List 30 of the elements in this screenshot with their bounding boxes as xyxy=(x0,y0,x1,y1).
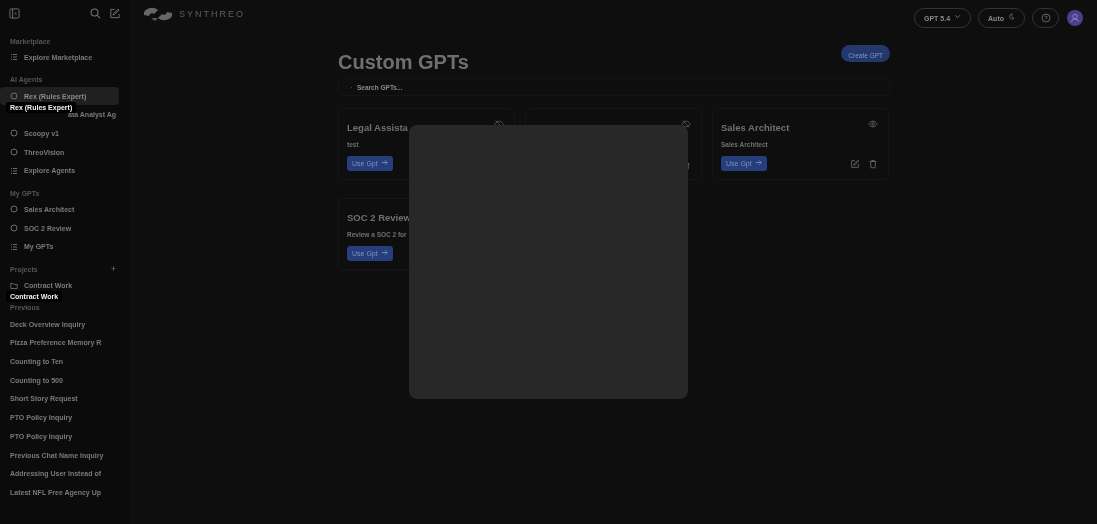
eye-off-icon[interactable] xyxy=(681,118,691,129)
card-title: Sales Architect xyxy=(721,121,790,133)
circle-icon xyxy=(10,205,18,214)
folder-icon xyxy=(10,281,18,290)
circle-icon xyxy=(10,92,18,101)
help-icon xyxy=(1040,13,1051,23)
edit-icon[interactable] xyxy=(850,158,860,169)
logo-icon xyxy=(142,6,174,22)
arrow-icon xyxy=(380,248,388,256)
moon-icon xyxy=(1008,12,1015,20)
page-title: Custom GPTs xyxy=(338,51,469,74)
circle-icon xyxy=(10,224,18,233)
card-title: Legal Assista xyxy=(347,121,408,133)
list-icon xyxy=(10,166,18,175)
search-icon[interactable] xyxy=(90,7,101,19)
circle-icon xyxy=(10,148,18,157)
list-icon xyxy=(10,53,18,62)
add-project-button[interactable]: + xyxy=(110,264,116,275)
compose-icon[interactable] xyxy=(109,7,120,19)
sidebar-toggle-icon[interactable] xyxy=(9,7,20,19)
trash-icon[interactable] xyxy=(868,158,878,169)
caret-icon xyxy=(954,12,962,20)
circle-icon xyxy=(10,129,18,138)
brand-name: SYNTHREO xyxy=(179,9,245,19)
help-button[interactable] xyxy=(1032,8,1059,28)
arrow-icon xyxy=(380,158,388,166)
arrow-icon xyxy=(754,158,762,166)
avatar-icon[interactable] xyxy=(1067,10,1083,26)
list-icon xyxy=(10,242,18,251)
eye-icon[interactable] xyxy=(868,118,878,129)
